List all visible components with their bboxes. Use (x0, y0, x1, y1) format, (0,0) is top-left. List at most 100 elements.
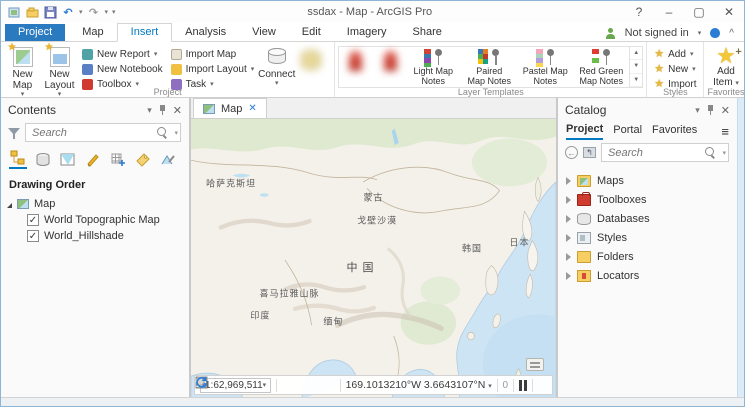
close-button[interactable]: ✕ (714, 2, 744, 22)
sign-in-dropdown-icon[interactable]: ▾ (698, 29, 702, 37)
tab-edit[interactable]: Edit (289, 24, 334, 41)
refresh-icon[interactable] (538, 379, 547, 392)
list-by-labeling-icon[interactable] (134, 152, 152, 169)
catalog-tab-project[interactable]: Project (566, 123, 603, 140)
gallery-scroll-down-icon[interactable]: ▼ (630, 60, 642, 73)
gallery-expand-icon[interactable]: ▼ (630, 74, 642, 87)
undo-button[interactable]: ↶ (61, 5, 75, 19)
catalog-menu-icon[interactable]: ▾ (695, 105, 700, 116)
gallery-scroll-up-icon[interactable]: ▲ (630, 47, 642, 60)
gallery-scroll-controls: ▲ ▼ ▼ (629, 47, 642, 87)
gallery-item-label: Map Notes (580, 77, 624, 87)
tab-share[interactable]: Share (400, 24, 455, 41)
search-options-icon[interactable]: ▾ (722, 149, 726, 157)
styles-add-button[interactable]: ★Add▾ (654, 47, 696, 61)
add-item-dropdown-icon[interactable]: ▾ (735, 80, 739, 87)
back-icon[interactable]: ← (565, 146, 578, 159)
new-project-icon[interactable] (7, 5, 21, 19)
collapse-ribbon-icon[interactable]: ^ (729, 28, 734, 39)
red-green-map-notes-item[interactable]: Red Green Map Notes (573, 47, 629, 87)
catalog-tab-portal[interactable]: Portal (613, 124, 642, 139)
layer-row-topographic[interactable]: ✓ World Topographic Map (1, 212, 189, 228)
catalog-item-databases[interactable]: Databases (560, 209, 735, 228)
styles-new-button[interactable]: ★New▾ (654, 62, 696, 76)
redacted-gallery-items (339, 47, 405, 87)
maps-icon (577, 175, 591, 187)
filter-icon[interactable] (8, 127, 20, 139)
up-one-level-icon[interactable]: ↰ (583, 147, 596, 158)
new-report-button[interactable]: New Report▾ (82, 47, 163, 61)
paired-map-notes-icon (478, 49, 500, 67)
catalog-close-icon[interactable]: ✕ (721, 104, 730, 117)
redo-dropdown-icon[interactable]: ▾ (105, 8, 109, 16)
list-by-snapping-icon[interactable] (109, 152, 127, 169)
contents-menu-icon[interactable]: ▾ (147, 105, 152, 116)
tab-view[interactable]: View (239, 24, 289, 41)
catalog-item-maps[interactable]: Maps (560, 171, 735, 190)
contents-pin-icon[interactable] (159, 105, 166, 115)
map-document-tab[interactable]: Map ✕ (193, 98, 267, 118)
gallery-item-label: Map Notes (468, 77, 512, 87)
new-notebook-button[interactable]: New Notebook (82, 62, 163, 76)
map-view: Map ✕ (190, 98, 557, 399)
light-map-notes-item[interactable]: Light Map Notes (405, 47, 461, 87)
search-options-icon[interactable]: ▾ (174, 129, 178, 137)
expand-icon[interactable] (566, 177, 571, 185)
pastel-map-notes-item[interactable]: Pastel Map Notes (517, 47, 573, 87)
ribbon-group-layer-templates: Light Map Notes Paired Map Notes Pastel … (335, 42, 647, 97)
list-by-charts-icon[interactable] (159, 152, 177, 169)
list-by-editing-icon[interactable] (84, 152, 102, 169)
list-by-selection-icon[interactable] (59, 152, 77, 169)
title-bar: ↶▾ ↷▾ ▾ ssdax - Map - ArcGIS Pro ? – ▢ ✕ (1, 1, 744, 23)
group-label-favorites: Favorites (704, 87, 745, 97)
contents-close-icon[interactable]: ✕ (173, 104, 182, 117)
catalog-hamburger-icon[interactable]: ≡ (721, 124, 729, 139)
map-tab-close-icon[interactable]: ✕ (248, 103, 256, 114)
add-item-button[interactable]: ★+ Add Item ▾ (707, 44, 744, 88)
sign-in-status[interactable]: Not signed in (625, 27, 689, 39)
tab-insert[interactable]: Insert (117, 23, 173, 42)
map-canvas[interactable]: 哈萨克斯坦 蒙古 戈壁沙漠 韩国 日本 中国 喜马拉雅山脉 印度 缅甸 1:62… (191, 119, 556, 399)
minimize-button[interactable]: – (654, 2, 684, 22)
expand-collapse-icon[interactable] (7, 198, 12, 208)
expand-icon[interactable] (566, 234, 571, 242)
tab-project[interactable]: Project (5, 24, 65, 41)
catalog-item-label: Toolboxes (597, 194, 647, 206)
catalog-item-toolboxes[interactable]: Toolboxes (560, 190, 735, 209)
undo-dropdown-icon[interactable]: ▾ (79, 8, 83, 16)
catalog-item-folders[interactable]: Folders (560, 247, 735, 266)
expand-icon[interactable] (566, 215, 571, 223)
tab-imagery[interactable]: Imagery (334, 24, 400, 41)
paired-map-notes-item[interactable]: Paired Map Notes (461, 47, 517, 87)
save-project-icon[interactable] (43, 5, 57, 19)
maximize-button[interactable]: ▢ (684, 2, 714, 22)
list-by-data-source-icon[interactable] (34, 152, 52, 169)
catalog-item-styles[interactable]: Styles (560, 228, 735, 247)
add-item-star-icon: ★+ (716, 46, 736, 66)
help-button[interactable]: ? (624, 2, 654, 22)
tab-analysis[interactable]: Analysis (172, 24, 239, 41)
redo-button[interactable]: ↷ (87, 5, 101, 19)
catalog-tab-bar: Project Portal Favorites ≡ (558, 120, 737, 140)
open-project-icon[interactable] (25, 5, 39, 19)
connect-button[interactable]: Connect▾ (258, 44, 295, 88)
map-label-kazakhstan: 哈萨克斯坦 (206, 177, 256, 190)
expand-icon[interactable] (566, 196, 571, 204)
catalog-tab-favorites[interactable]: Favorites (652, 124, 697, 139)
map-tree-item[interactable]: Map (1, 196, 189, 212)
import-layout-button[interactable]: Import Layout▾ (171, 62, 255, 76)
notifications-icon[interactable] (710, 28, 720, 38)
layer-row-hillshade[interactable]: ✓ World_Hillshade (1, 228, 189, 244)
expand-icon[interactable] (566, 272, 571, 280)
layer-checkbox[interactable]: ✓ (27, 230, 39, 242)
catalog-item-locators[interactable]: Locators (560, 266, 735, 285)
folders-icon (577, 251, 591, 263)
layer-checkbox[interactable]: ✓ (27, 214, 39, 226)
import-map-button[interactable]: Import Map (171, 47, 255, 61)
attribution-icon[interactable] (526, 358, 544, 371)
list-by-drawing-order-icon[interactable] (9, 150, 27, 169)
expand-icon[interactable] (566, 253, 571, 261)
map-label-china: 中国 (347, 259, 379, 275)
tab-map[interactable]: Map (69, 24, 116, 41)
catalog-pin-icon[interactable] (707, 105, 714, 115)
